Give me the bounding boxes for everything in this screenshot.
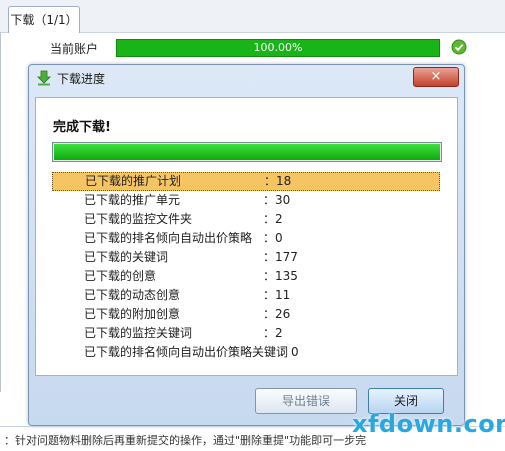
list-item[interactable]: 已下载的排名倾向自动出价策略关键词 ：0 bbox=[52, 343, 440, 362]
export-errors-button[interactable]: 导出错误 bbox=[255, 388, 357, 414]
account-progress-text: 100.00% bbox=[253, 41, 303, 54]
download-arrow-icon bbox=[37, 70, 51, 86]
list-item[interactable]: 已下载的附加创意 ：26 bbox=[52, 305, 440, 324]
window-border bbox=[0, 32, 5, 392]
watermark: xfdown.com bbox=[352, 410, 505, 438]
account-row: 当前账户 100.00% bbox=[0, 36, 505, 60]
download-stats-list: 已下载的推广计划 ：18 已下载的推广单元 ：30 已下载的监控文件夹 ：2 已… bbox=[52, 172, 440, 362]
list-item[interactable]: 已下载的关键词 ：177 bbox=[52, 248, 440, 267]
dialog-titlebar[interactable]: 下载进度 × bbox=[29, 65, 464, 91]
list-item[interactable]: 已下载的推广计划 ：18 bbox=[52, 172, 440, 191]
account-progress-bar: 100.00% bbox=[116, 39, 440, 57]
account-label: 当前账户 bbox=[50, 42, 99, 56]
list-item[interactable]: 已下载的动态创意 ：11 bbox=[52, 286, 440, 305]
list-item[interactable]: 已下载的监控文件夹 ：2 bbox=[52, 210, 440, 229]
list-item[interactable]: 已下载的排名倾向自动出价策略 ：0 bbox=[52, 229, 440, 248]
download-progress-bar bbox=[52, 142, 442, 162]
dialog-title: 下载进度 bbox=[57, 72, 106, 86]
download-progress-fill bbox=[54, 144, 440, 160]
check-circle-icon bbox=[451, 39, 467, 55]
download-progress-dialog: 下载进度 × 完成下载! 已下载的推广计划 ：18 已下载的推广单元 ：30 已… bbox=[28, 64, 465, 426]
close-icon: × bbox=[430, 69, 442, 84]
dialog-close-button[interactable]: × bbox=[413, 67, 459, 87]
list-item[interactable]: 已下载的推广单元 ：30 bbox=[52, 191, 440, 210]
tab-download[interactable]: 下载（1/1） bbox=[8, 6, 80, 33]
tab-strip: 下载（1/1） bbox=[0, 0, 505, 33]
download-status: 完成下载! bbox=[53, 120, 111, 135]
dialog-content: 完成下载! 已下载的推广计划 ：18 已下载的推广单元 ：30 已下载的监控文件… bbox=[35, 97, 458, 376]
list-item[interactable]: 已下载的创意 ：135 bbox=[52, 267, 440, 286]
list-item[interactable]: 已下载的监控关键词 ：2 bbox=[52, 324, 440, 343]
bottom-hint: ：针对问题物料删除后再重新提交的操作，通过"删除重提"功能即可一步完 bbox=[4, 434, 367, 447]
